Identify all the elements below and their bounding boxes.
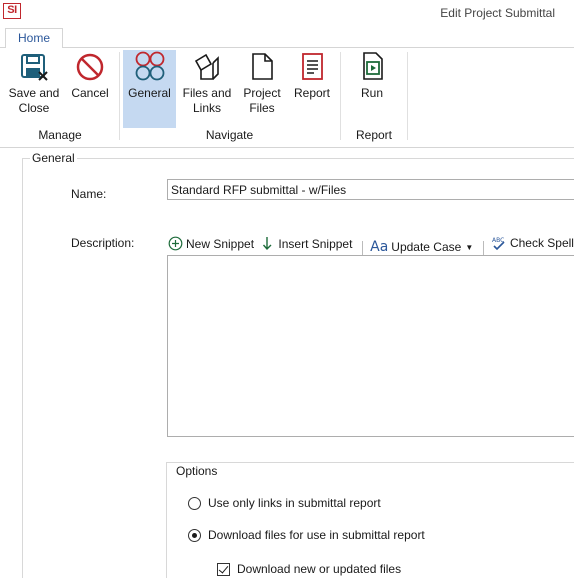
download-files-radio[interactable]: Download files for use in submittal repo… — [188, 528, 425, 542]
tab-home[interactable]: Home — [5, 28, 63, 49]
files-and-links-label: Files and Links — [182, 86, 232, 115]
ribbon-tabs: Home — [0, 26, 574, 49]
dropdown-arrow-icon: ▼ — [465, 242, 474, 252]
content-area: General Name: Description: New Snippet I… — [0, 149, 574, 578]
general-label: General — [128, 86, 171, 100]
download-files-label: Download files for use in submittal repo… — [208, 528, 425, 542]
font-case-icon: Aa — [370, 239, 389, 255]
insert-snippet-label: Insert Snippet — [278, 236, 353, 251]
report-button[interactable]: Report — [290, 50, 334, 126]
title-bar: SI Edit Project Submittal — [0, 0, 574, 26]
group-label-manage: Manage — [38, 128, 82, 142]
report-icon — [302, 53, 323, 80]
files-links-icon — [194, 53, 219, 80]
download-new-label: Download new or updated files — [237, 562, 402, 576]
cancel-label: Cancel — [71, 86, 109, 100]
group-label-report: Report — [355, 128, 393, 142]
update-case-label: Update Case — [391, 240, 462, 254]
description-label: Description: — [71, 236, 135, 250]
general-icon — [135, 51, 164, 81]
download-new-checkbox-row[interactable]: Download new or updated files — [217, 562, 401, 576]
save-close-icon — [21, 54, 48, 81]
description-toolbar: New Snippet Insert Snippet Aa Update Cas… — [168, 235, 574, 255]
update-case-button[interactable]: Aa Update Case ▼ — [370, 239, 473, 255]
insert-snippet-button[interactable]: Insert Snippet — [261, 236, 352, 251]
save-and-close-button[interactable]: Save and Close — [5, 50, 63, 126]
radio-button[interactable] — [188, 496, 201, 510]
links-only-radio[interactable]: Use only links in submittal report — [188, 496, 381, 510]
group-label-navigate: Navigate — [205, 128, 254, 142]
save-and-close-label: Save and Close — [8, 86, 60, 115]
cancel-icon — [76, 53, 104, 81]
general-button[interactable]: General — [123, 50, 176, 128]
project-files-button[interactable]: Project Files — [237, 50, 287, 126]
description-textarea[interactable] — [167, 255, 574, 437]
report-label: Report — [293, 86, 331, 100]
app-logo: SI — [3, 3, 21, 19]
toolbar-separator — [361, 240, 363, 255]
options-section-label: Options — [174, 464, 220, 478]
add-circle-icon — [168, 236, 183, 251]
check-spelling-label: Check Spellin — [509, 236, 574, 250]
group-separator — [119, 52, 120, 140]
name-input[interactable] — [167, 179, 574, 200]
general-section-label: General — [30, 151, 77, 165]
name-label: Name: — [71, 187, 107, 201]
group-separator — [407, 52, 408, 140]
radio-button-selected[interactable] — [188, 528, 201, 542]
new-snippet-label: New Snippet — [186, 236, 255, 251]
group-separator — [340, 52, 341, 140]
cancel-button[interactable]: Cancel — [66, 50, 114, 126]
options-section — [166, 462, 574, 578]
new-snippet-button[interactable]: New Snippet — [168, 236, 254, 251]
spell-check-icon: ABC — [492, 237, 505, 251]
download-new-checkbox[interactable] — [217, 562, 230, 576]
insert-arrow-icon — [263, 237, 272, 251]
project-files-icon — [252, 53, 273, 80]
window-title: Edit Project Submittal — [440, 6, 555, 20]
files-and-links-button[interactable]: Files and Links — [181, 50, 233, 126]
run-button[interactable]: Run — [352, 50, 392, 126]
run-label: Run — [360, 86, 383, 100]
project-files-label: Project Files — [243, 86, 281, 115]
links-only-label: Use only links in submittal report — [208, 496, 381, 510]
check-spelling-button[interactable]: ABC Check Spellin — [491, 235, 574, 251]
ribbon: Save and Close Cancel Manage General Fil… — [0, 48, 574, 148]
toolbar-separator — [482, 240, 484, 255]
run-icon — [363, 52, 383, 80]
